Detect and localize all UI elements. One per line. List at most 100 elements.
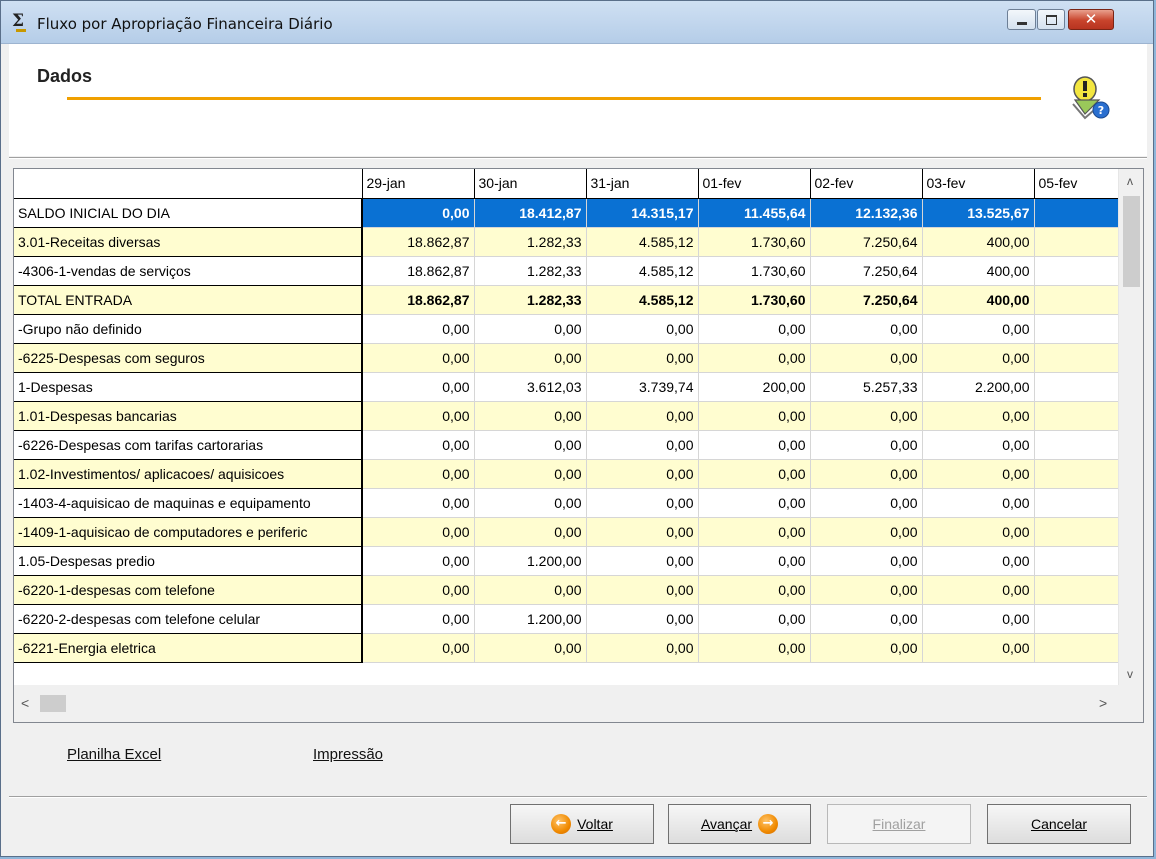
column-header[interactable]: 02-fev <box>809 169 923 199</box>
value-cell[interactable]: 2.200,00 <box>921 371 1035 402</box>
table-row[interactable]: -4306-1-vendas de serviços 18.862,87 1.282… <box>14 255 1118 286</box>
value-cell[interactable]: 0 <box>1033 458 1118 489</box>
print-link[interactable]: Impressão <box>313 746 383 763</box>
value-cell[interactable]: 18.412,87 <box>473 197 587 228</box>
value-cell[interactable]: 0 <box>1033 574 1118 605</box>
value-cell[interactable]: 0,00 <box>361 603 475 634</box>
table-row[interactable]: 1.02-Investimentos/ aplicacoes/ aquisico… <box>14 458 1118 489</box>
value-cell[interactable]: 0,00 <box>921 632 1035 663</box>
table-row[interactable]: -1403-4-aquisicao de maquinas e equipame… <box>14 487 1118 518</box>
table-row[interactable]: SALDO INICIAL DO DIA 0,00 18.412,87 14.315,… <box>14 197 1118 228</box>
value-cell[interactable]: 0,00 <box>809 516 923 547</box>
value-cell[interactable]: 18.862,87 <box>361 284 475 315</box>
value-cell[interactable]: 0 <box>1033 545 1118 576</box>
value-cell[interactable]: 0 <box>1033 400 1118 431</box>
value-cell[interactable]: 0,00 <box>921 545 1035 576</box>
value-cell[interactable]: 1.334 <box>1033 255 1118 286</box>
table-row[interactable]: 1-Despesas 0,00 3.612,03 3.739,74 200,00 5.25… <box>14 371 1118 402</box>
value-cell[interactable]: 0 <box>1033 429 1118 460</box>
scroll-right-icon[interactable]: > <box>1099 695 1107 711</box>
finish-button[interactable]: Finalizar <box>827 804 971 844</box>
value-cell[interactable]: 400,00 <box>921 255 1035 286</box>
table-row[interactable]: -6220-1-despesas com telefone 0,00 0,00 0,0… <box>14 574 1118 605</box>
value-cell[interactable]: 4.585,12 <box>585 284 699 315</box>
data-grid[interactable]: 29-jan 30-jan 31-jan 01-fev 02-fev 03-fev 05-f… <box>13 168 1144 723</box>
title-bar[interactable]: Σ Fluxo por Apropriação Financeira Diári… <box>1 1 1153 44</box>
value-cell[interactable]: 0,00 <box>361 632 475 663</box>
table-row[interactable]: -6225-Despesas com seguros 0,00 0,00 0,00 0,… <box>14 342 1118 373</box>
scroll-left-icon[interactable]: < <box>21 695 29 711</box>
value-cell[interactable]: 0,00 <box>473 574 587 605</box>
value-cell[interactable]: 1.200,00 <box>473 603 587 634</box>
value-cell[interactable]: 0,00 <box>585 545 699 576</box>
value-cell[interactable]: 0,00 <box>585 487 699 518</box>
value-cell[interactable]: 0,00 <box>361 458 475 489</box>
vertical-scroll-thumb[interactable] <box>1123 196 1140 287</box>
value-cell[interactable]: 0,00 <box>809 487 923 518</box>
value-cell[interactable]: 0,00 <box>473 342 587 373</box>
value-cell[interactable]: 0,00 <box>473 429 587 460</box>
value-cell[interactable]: 0,00 <box>585 458 699 489</box>
value-cell[interactable]: 0,00 <box>921 429 1035 460</box>
value-cell[interactable]: 0,00 <box>809 313 923 344</box>
value-cell[interactable]: 0,00 <box>585 574 699 605</box>
value-cell[interactable]: 11.575 <box>1033 197 1118 228</box>
table-row[interactable]: 3.01-Receitas diversas 18.862,87 1.282,33 4… <box>14 226 1118 257</box>
value-cell[interactable]: 0,00 <box>361 342 475 373</box>
value-cell[interactable]: 0,00 <box>697 632 811 663</box>
value-cell[interactable]: 0,00 <box>585 313 699 344</box>
value-cell[interactable]: 0,00 <box>361 313 475 344</box>
value-cell[interactable]: 5.257,33 <box>809 371 923 402</box>
value-cell[interactable]: 0,00 <box>473 400 587 431</box>
close-button[interactable]: ✕ <box>1068 9 1114 30</box>
value-cell[interactable]: 0,00 <box>473 632 587 663</box>
value-cell[interactable]: 0,00 <box>585 429 699 460</box>
value-cell[interactable]: 400,00 <box>921 284 1035 315</box>
back-button[interactable]: ← Voltar <box>510 804 654 844</box>
column-header[interactable]: 31-jan <box>585 169 699 199</box>
column-header[interactable]: 30-jan <box>473 169 587 199</box>
table-row[interactable]: 1.05-Despesas predio 0,00 1.200,00 0,00 0,00… <box>14 545 1118 576</box>
table-row[interactable]: TOTAL ENTRADA 18.862,87 1.282,33 4.585,12 1.… <box>14 284 1118 315</box>
maximize-button[interactable] <box>1037 9 1065 30</box>
value-cell[interactable]: 0,00 <box>697 313 811 344</box>
value-cell[interactable]: 11.455,64 <box>697 197 811 228</box>
value-cell[interactable]: 1.730,60 <box>697 284 811 315</box>
value-cell[interactable]: 0,00 <box>809 429 923 460</box>
value-cell[interactable]: 4.585,12 <box>585 255 699 286</box>
value-cell[interactable]: 0,00 <box>361 574 475 605</box>
value-cell[interactable]: 12.132,36 <box>809 197 923 228</box>
column-header[interactable]: 01-fev <box>697 169 811 199</box>
value-cell[interactable]: 0,00 <box>585 516 699 547</box>
vertical-scrollbar[interactable]: ʌ v <box>1118 169 1143 685</box>
value-cell[interactable]: 0,00 <box>697 400 811 431</box>
value-cell[interactable]: 1.334 <box>1033 284 1118 315</box>
value-cell[interactable]: 0 <box>1033 516 1118 547</box>
value-cell[interactable]: 7.250,64 <box>809 255 923 286</box>
value-cell[interactable]: 0 <box>1033 371 1118 402</box>
value-cell[interactable]: 1.282,33 <box>473 226 587 257</box>
column-header[interactable]: 03-fev <box>921 169 1035 199</box>
value-cell[interactable]: 0,00 <box>361 516 475 547</box>
minimize-button[interactable] <box>1007 9 1036 30</box>
value-cell[interactable]: 0,00 <box>697 487 811 518</box>
horizontal-scrollbar[interactable]: < > <box>14 685 1143 722</box>
value-cell[interactable]: 0,00 <box>361 487 475 518</box>
value-cell[interactable]: 4.585,12 <box>585 226 699 257</box>
scroll-down-icon[interactable]: v <box>1127 667 1133 681</box>
value-cell[interactable]: 0 <box>1033 342 1118 373</box>
value-cell[interactable]: 0,00 <box>361 429 475 460</box>
value-cell[interactable]: 0,00 <box>921 342 1035 373</box>
value-cell[interactable]: 0,00 <box>585 632 699 663</box>
scroll-up-icon[interactable]: ʌ <box>1127 174 1133 188</box>
table-row[interactable]: -Grupo não definido 0,00 0,00 0,00 0,00 0,00 0… <box>14 313 1118 344</box>
value-cell[interactable]: 1.334 <box>1033 226 1118 257</box>
value-cell[interactable]: 0,00 <box>921 458 1035 489</box>
cancel-button[interactable]: Cancelar <box>987 804 1131 844</box>
column-header[interactable]: 29-jan <box>361 169 475 199</box>
value-cell[interactable]: 0,00 <box>697 574 811 605</box>
value-cell[interactable]: 0,00 <box>361 545 475 576</box>
value-cell[interactable]: 0,00 <box>809 574 923 605</box>
value-cell[interactable]: 0,00 <box>585 400 699 431</box>
value-cell[interactable]: 3.739,74 <box>585 371 699 402</box>
